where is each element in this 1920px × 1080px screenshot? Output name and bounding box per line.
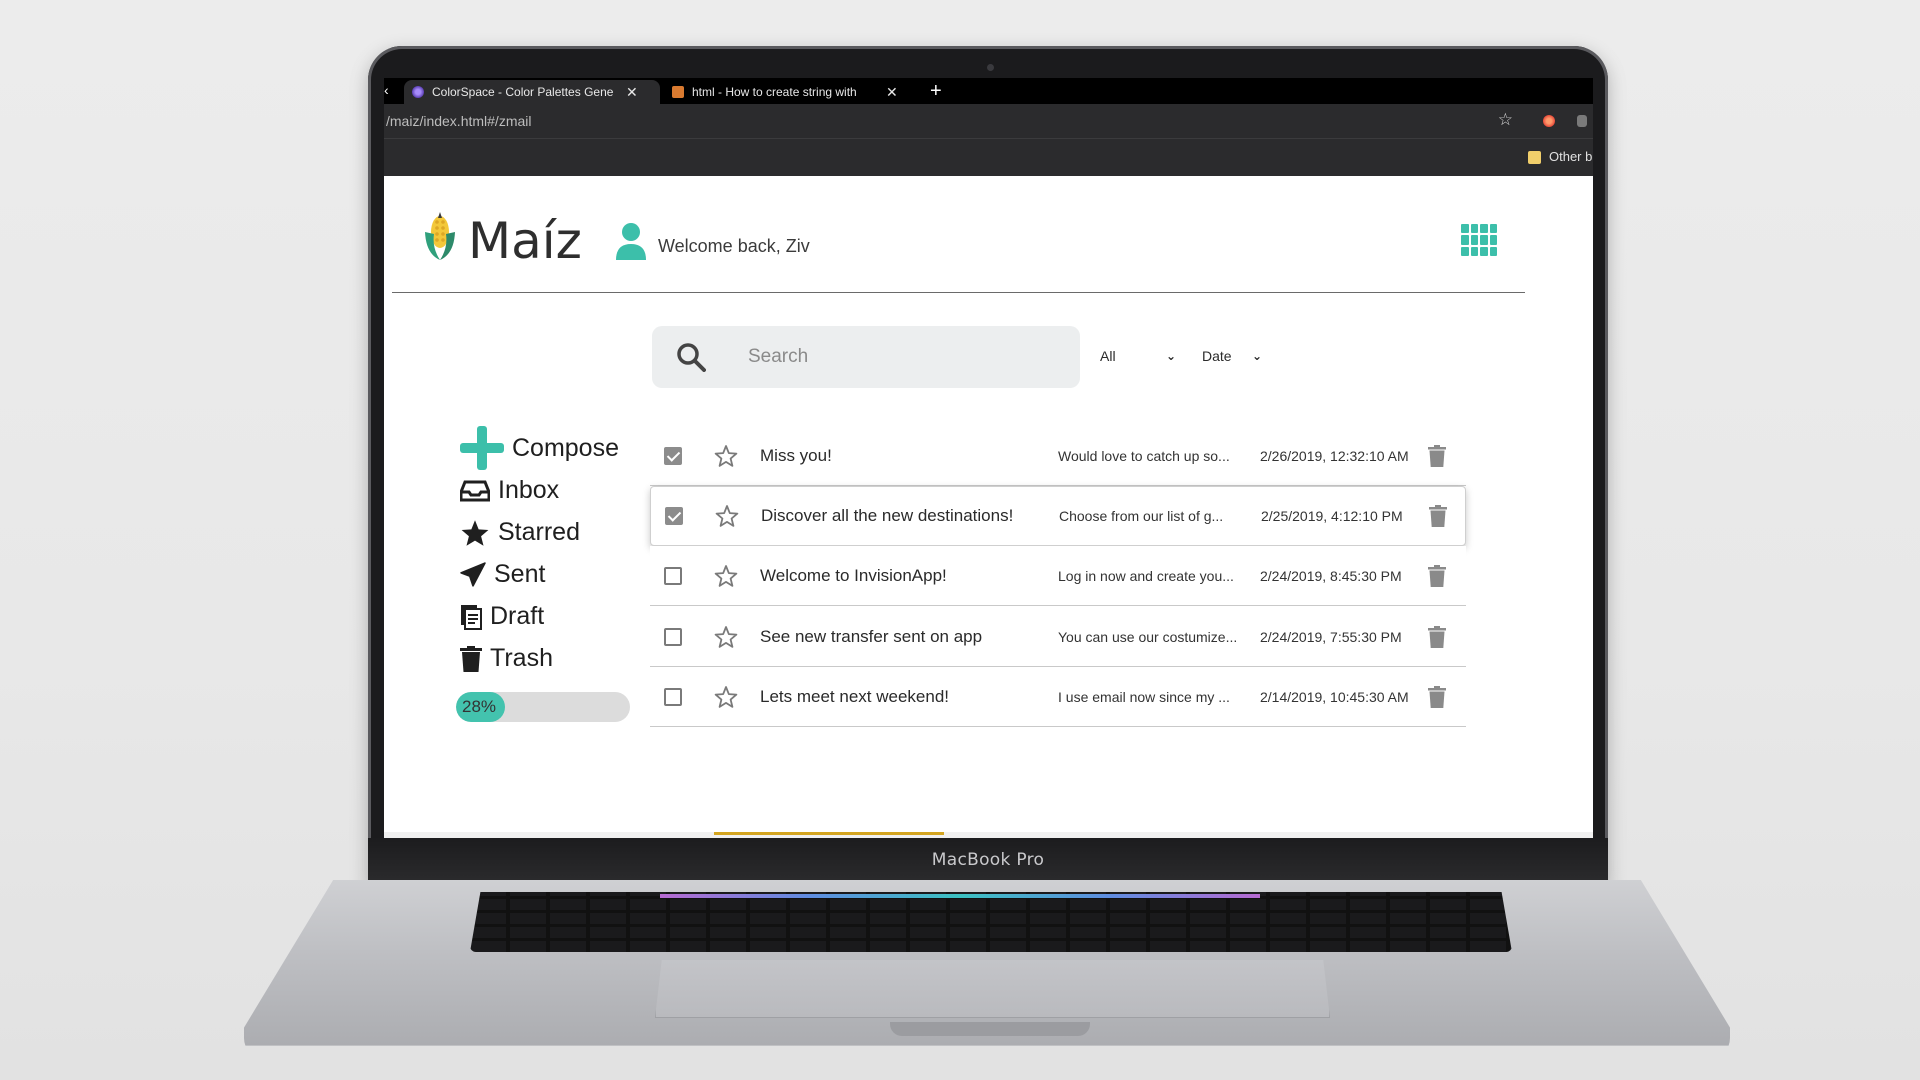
chevron-down-icon: ⌄ <box>1165 349 1176 363</box>
select-checkbox[interactable] <box>664 687 682 706</box>
trash-icon[interactable] <box>1428 564 1446 587</box>
star-outline-icon[interactable] <box>714 685 738 709</box>
mail-preview: I use email now since my ... <box>1058 688 1230 705</box>
sidebar-item-label: Compose <box>512 433 619 462</box>
app-logo-text[interactable]: Maíz <box>468 212 582 270</box>
bookmarks-bar: Other b <box>384 138 1593 176</box>
sidebar-item-label: Draft <box>490 602 545 630</box>
sidebar-item-trash[interactable]: Trash <box>460 644 553 673</box>
mail-subject: Lets meet next weekend! <box>760 686 950 706</box>
tab-html-question[interactable]: html - How to create string with ✕ <box>664 80 920 104</box>
filter-all-label: All <box>1100 348 1116 364</box>
draft-icon <box>461 604 482 630</box>
mail-row[interactable]: See new transfer sent on app You can use… <box>650 607 1466 667</box>
touch-bar <box>660 894 1260 898</box>
filter-all-dropdown[interactable]: All ⌄ <box>1100 348 1176 364</box>
trash-icon[interactable] <box>1428 444 1446 467</box>
plus-icon <box>460 426 504 470</box>
other-bookmarks[interactable]: Other b <box>1549 149 1593 164</box>
url-field[interactable]: /maiz/index.html#/zmail <box>386 113 532 129</box>
search-box <box>652 326 1080 388</box>
paper-plane-icon <box>460 561 486 587</box>
mail-app: Maíz Welcome back, Ziv All ⌄ Date ⌄ <box>384 176 1593 838</box>
welcome-message: Welcome back, Ziv <box>658 236 810 256</box>
mail-date: 2/24/2019, 8:45:30 PM <box>1260 567 1402 584</box>
mail-row[interactable]: Lets meet next weekend! I use email now … <box>650 667 1466 727</box>
mail-date: 2/25/2019, 4:12:10 PM <box>1261 508 1403 524</box>
device-label: MacBook Pro <box>931 850 1045 870</box>
folder-icon[interactable] <box>1528 151 1541 164</box>
mail-date: 2/26/2019, 12:32:10 AM <box>1260 447 1409 464</box>
select-checkbox[interactable] <box>664 446 682 465</box>
star-outline-icon[interactable] <box>715 504 739 528</box>
laptop-notch <box>890 1022 1090 1036</box>
sidebar-item-label: Starred <box>498 518 580 546</box>
mail-row[interactable]: Discover all the new destinations! Choos… <box>650 486 1466 546</box>
sidebar-item-draft[interactable]: Draft <box>460 602 544 631</box>
bookmark-star-icon[interactable]: ☆ <box>1498 110 1513 130</box>
sidebar-item-label: Sent <box>494 560 546 588</box>
star-outline-icon[interactable] <box>714 564 738 588</box>
search-input[interactable] <box>748 346 1048 368</box>
tab-close-icon[interactable]: ✕ <box>626 84 638 101</box>
storage-progress-bar: 28% <box>456 692 630 722</box>
tab-scroll-left-icon[interactable]: ‹ <box>384 82 389 98</box>
search-icon[interactable] <box>676 342 706 372</box>
mail-subject: Discover all the new destinations! <box>761 506 1014 525</box>
extension-icon[interactable] <box>1543 115 1555 127</box>
select-checkbox[interactable] <box>665 507 683 525</box>
sort-date-label: Date <box>1202 348 1232 364</box>
mail-subject: See new transfer sent on app <box>760 626 983 646</box>
mail-row[interactable]: Welcome to InvisionApp! Log in now and c… <box>650 546 1466 606</box>
select-checkbox[interactable] <box>664 627 682 646</box>
star-outline-icon[interactable] <box>714 444 738 468</box>
bottom-bezel: MacBook Pro <box>368 838 1608 880</box>
mail-row[interactable]: Miss you! Would love to catch up so... 2… <box>650 426 1466 486</box>
mail-subject: Welcome to InvisionApp! <box>760 565 947 585</box>
sidebar-item-starred[interactable]: Starred <box>460 518 580 547</box>
trash-icon[interactable] <box>1428 685 1446 708</box>
select-checkbox[interactable] <box>664 566 682 585</box>
extension-icon[interactable] <box>1577 115 1587 127</box>
tab-bar: ‹ ColorSpace - Color Palettes Gene ✕ htm… <box>384 78 1593 104</box>
header-divider <box>392 292 1525 293</box>
new-tab-button[interactable]: + <box>930 80 942 102</box>
trash-icon <box>460 645 482 672</box>
sidebar-item-label: Inbox <box>498 476 560 504</box>
screen: ‹ ColorSpace - Color Palettes Gene ✕ htm… <box>384 78 1593 838</box>
star-icon <box>461 519 489 546</box>
inbox-icon <box>460 480 490 501</box>
trackpad <box>655 960 1330 1018</box>
user-icon[interactable] <box>616 222 646 260</box>
mail-date: 2/14/2019, 10:45:30 AM <box>1260 688 1409 705</box>
colorspace-favicon-icon <box>412 86 424 98</box>
sidebar-item-inbox[interactable]: Inbox <box>460 476 559 505</box>
sidebar-item-label: Trash <box>490 644 553 672</box>
stackoverflow-favicon-icon <box>672 86 684 98</box>
sidebar-item-compose[interactable]: Compose <box>460 426 619 470</box>
address-bar: /maiz/index.html#/zmail ☆ <box>384 104 1593 138</box>
sort-date-dropdown[interactable]: Date ⌄ <box>1202 348 1262 364</box>
mail-subject: Miss you! <box>760 445 832 465</box>
corn-logo-icon <box>425 212 455 260</box>
tab-title: html - How to create string with <box>692 85 857 99</box>
mail-preview: You can use our costumize... <box>1058 628 1238 645</box>
sidebar-item-sent[interactable]: Sent <box>460 560 545 589</box>
chevron-down-icon: ⌄ <box>1251 349 1262 363</box>
tab-close-icon[interactable]: ✕ <box>886 84 898 101</box>
keyboard <box>470 892 1512 952</box>
tab-title: ColorSpace - Color Palettes Gene <box>432 85 614 99</box>
apps-grid-icon[interactable] <box>1461 224 1497 256</box>
mail-date: 2/24/2019, 7:55:30 PM <box>1260 628 1402 645</box>
trash-icon[interactable] <box>1429 505 1447 527</box>
storage-progress-fill: 28% <box>456 692 505 722</box>
camera <box>987 64 994 71</box>
mail-preview: Choose from our list of g... <box>1059 508 1224 524</box>
mail-preview: Would love to catch up so... <box>1058 447 1230 464</box>
trash-icon[interactable] <box>1428 625 1446 648</box>
storage-progress-label: 28% <box>462 697 497 716</box>
mail-preview: Log in now and create you... <box>1058 567 1234 584</box>
star-outline-icon[interactable] <box>714 625 738 649</box>
tab-colorspace[interactable]: ColorSpace - Color Palettes Gene ✕ <box>404 80 660 104</box>
